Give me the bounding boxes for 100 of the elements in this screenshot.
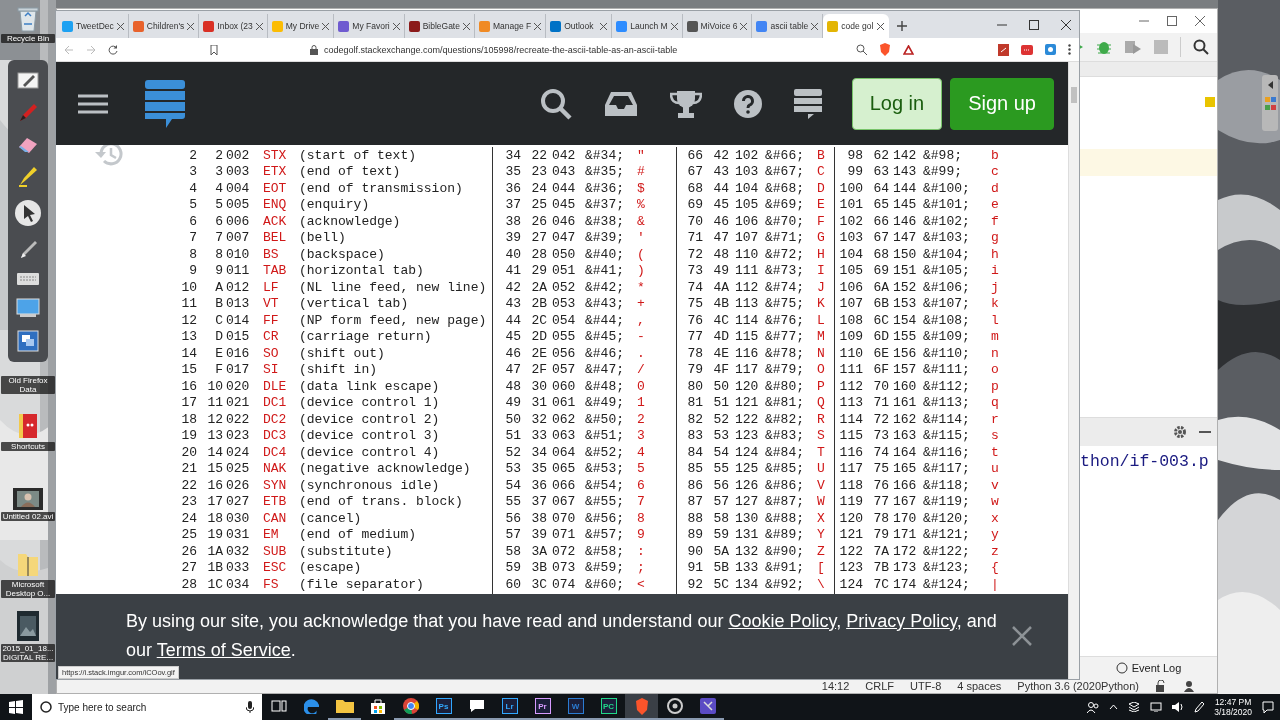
whiteboard-icon[interactable] [17,69,39,90]
screen-icon[interactable] [16,298,40,319]
taskbar-button[interactable]: Pr [526,694,559,720]
browser-tab[interactable]: code gol [823,14,890,38]
pointer-icon[interactable] [14,198,42,227]
settings-icon[interactable] [1173,425,1187,439]
trophy-icon[interactable] [669,88,702,119]
close-icon[interactable] [116,22,124,30]
table-cell-text: ENQ [262,197,288,213]
close-icon[interactable] [462,22,470,30]
status-item[interactable]: UTF-8 [910,680,942,692]
reload-icon[interactable] [108,44,118,55]
zoom-icon[interactable] [856,44,867,55]
table-cell-text: 49 [712,263,729,279]
minimize-icon[interactable] [1199,430,1211,434]
box-icon[interactable] [1128,702,1141,712]
inbox-icon[interactable] [603,89,638,118]
table-cell-text: 44 [504,312,521,328]
table-cell-text: &#121; [923,527,971,543]
people-icon[interactable] [1087,701,1100,713]
table-cell-text: &#45; [585,329,625,345]
bug-icon[interactable] [1096,39,1112,55]
close-icon[interactable] [811,22,819,30]
maximize-icon[interactable] [1167,16,1177,26]
close-icon[interactable] [1061,19,1071,30]
status-item[interactable]: 4 spaces [957,680,1002,692]
close-icon[interactable] [1195,16,1205,26]
desktop-icon-label[interactable]: Old Firefox Data [1,376,55,394]
policy-link[interactable]: Terms of Service [156,640,291,660]
table-cell-text: N [816,345,826,361]
menu-icon[interactable] [1068,44,1071,55]
logo-icon[interactable] [144,78,186,129]
lock-icon[interactable] [1155,680,1167,692]
eraser-icon[interactable] [17,135,39,154]
table-cell-text: 28 [530,246,547,262]
event-log-button[interactable]: Event Log [1131,662,1182,674]
signup-button[interactable]: Sign up [950,77,1054,130]
clock[interactable]: 12:47 PM 3/18/2020 [1214,697,1252,717]
table-cell-text: (device control 4) [299,444,441,460]
coverage-icon[interactable] [1124,39,1142,55]
taskbar-button[interactable]: W [559,694,592,720]
status-item[interactable]: Python 3.6 (2020Python) [1017,680,1139,692]
table-cell-text: w [990,494,1000,510]
desktop-icon-label[interactable]: Untitled 02.avi [1,512,55,521]
table-cell-text: EOT [262,180,288,196]
table-cell-text: BEL [262,230,288,246]
window-icon[interactable] [17,330,39,352]
new-tab-icon[interactable] [897,21,908,31]
pdf-icon[interactable] [998,43,1009,56]
extension-icon[interactable] [1021,44,1033,55]
browser-icon [303,698,320,714]
search-icon[interactable] [1193,39,1209,55]
login-button[interactable]: Log in [851,77,943,130]
menu-icon[interactable] [78,92,108,115]
network-icon[interactable] [1150,702,1163,712]
bookmark-icon[interactable] [210,44,218,55]
policy-link[interactable]: Cookie Policy [728,611,837,631]
table-cell-text: (vertical tab) [299,296,410,312]
table-cell-text: &#80; [765,378,805,394]
status-item[interactable]: CRLF [865,680,895,692]
chevron-up-icon[interactable] [1109,704,1119,710]
close-icon[interactable] [877,22,885,30]
policy-link[interactable]: Privacy Policy [846,611,957,631]
table-cell-text: 043 [551,164,577,180]
desktop-icon-label[interactable]: Recycle Bin [1,34,55,43]
stack-exchange-icon[interactable] [793,88,822,119]
microphone-icon[interactable] [246,701,254,713]
volume-icon[interactable] [1172,702,1185,712]
desktop-icon-label[interactable]: Shortcuts [1,442,55,451]
search-icon[interactable] [539,87,572,120]
scrollbar[interactable] [1068,62,1079,679]
keyboard-icon[interactable] [16,272,40,287]
maximize-icon[interactable] [1029,19,1039,30]
table-cell-text: 9 [188,263,197,279]
close-icon[interactable] [670,22,678,30]
triangle-icon[interactable] [903,44,914,55]
desktop-icon-label[interactable]: Microsoft Desktop O... [1,580,55,598]
close-icon[interactable] [255,22,263,30]
table-cell-text: 104 [734,180,760,196]
search-field[interactable]: Type here to search [32,694,262,720]
table-cell-text: 11 [180,296,197,312]
close-icon[interactable] [600,22,608,30]
status-item[interactable]: 14:12 [821,680,850,692]
taskbar-button[interactable]: Lr [493,694,526,720]
close-icon[interactable] [534,22,542,30]
desktop-icon-label[interactable]: 2015_01_18... DIGITAL RE... [1,644,55,662]
highlighter-icon[interactable] [17,165,39,188]
pen-icon[interactable] [1194,701,1205,713]
inspector-icon[interactable] [1183,680,1195,692]
notification-icon[interactable] [1262,701,1274,713]
start-icon[interactable] [9,700,23,714]
close-icon[interactable] [322,22,330,30]
extension-icon[interactable] [1045,44,1056,55]
help-icon[interactable] [733,89,762,118]
taskbar-button[interactable]: Ps [427,694,460,720]
close-icon[interactable] [187,22,195,30]
close-icon[interactable] [740,22,748,30]
close-icon[interactable] [392,22,400,30]
lion-shield-icon[interactable] [879,43,891,56]
table-cell-text: (horizontal tab) [299,263,425,279]
